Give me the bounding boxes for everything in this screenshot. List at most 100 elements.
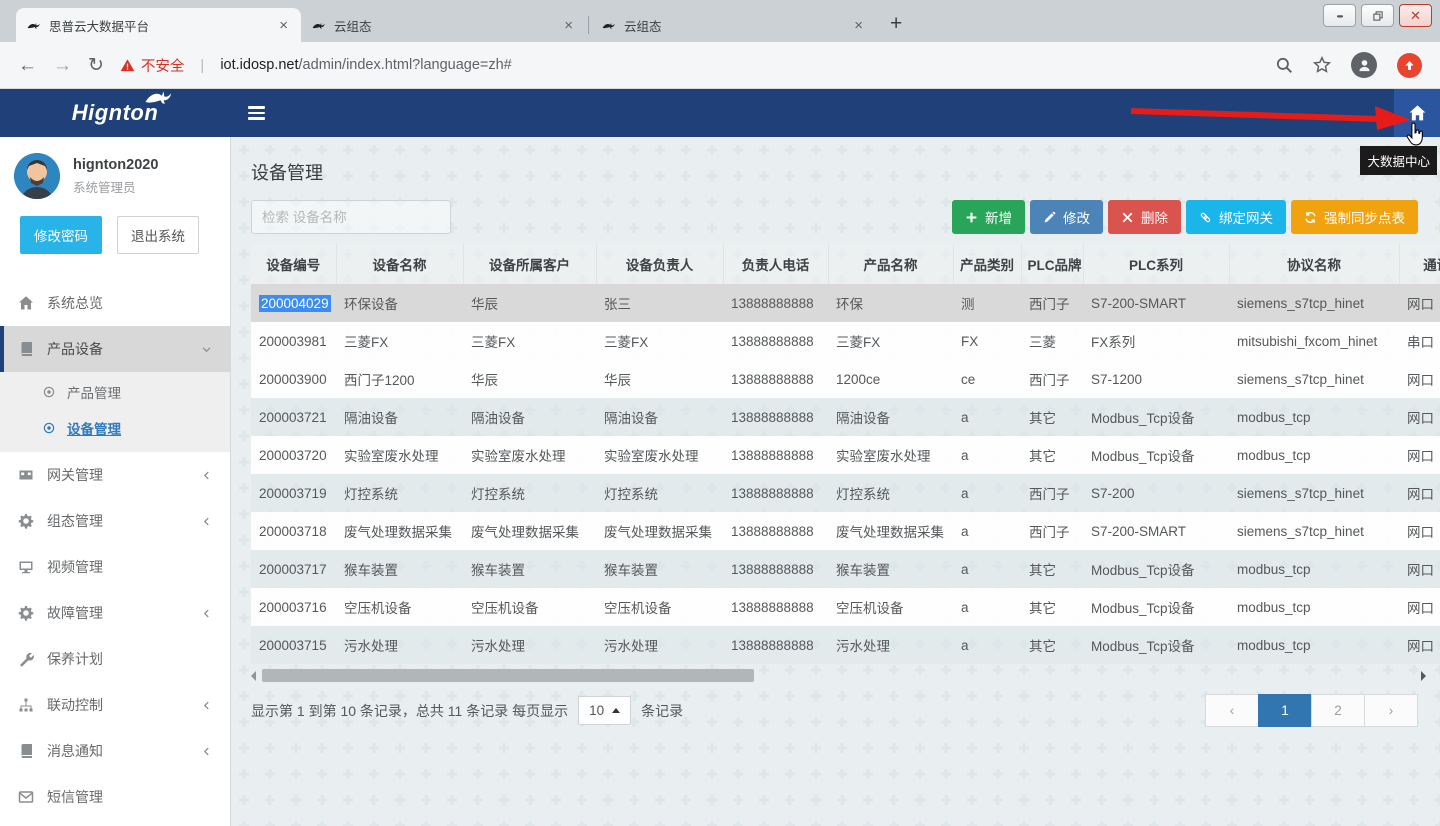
cell[interactable]: 废气处理数据采集 — [463, 512, 596, 550]
cell[interactable]: 其它 — [1021, 626, 1083, 664]
sidebar-subitem-1-0[interactable]: 产品管理 — [0, 374, 230, 410]
cell[interactable]: 西门子 — [1021, 284, 1083, 322]
bigdata-home-button[interactable] — [1394, 89, 1440, 137]
scroll-left-icon[interactable] — [251, 671, 256, 681]
new-tab-button[interactable]: + — [890, 13, 902, 34]
menu-toggle-icon[interactable] — [230, 89, 282, 137]
cell[interactable]: 200003900 — [251, 360, 336, 398]
tab-close-icon[interactable]: × — [561, 17, 576, 34]
cell[interactable]: 污水处理 — [336, 626, 463, 664]
cell[interactable]: 实验室废水处理 — [596, 436, 723, 474]
column-header-6[interactable]: 产品类别 — [953, 244, 1021, 284]
cell[interactable]: siemens_s7tcp_hinet — [1229, 474, 1399, 512]
cell[interactable]: siemens_s7tcp_hinet — [1229, 284, 1399, 322]
cell[interactable]: 13888888888 — [723, 588, 828, 626]
cell[interactable]: 实验室废水处理 — [336, 436, 463, 474]
cell[interactable]: 猴车装置 — [596, 550, 723, 588]
cell[interactable]: FX系列 — [1083, 322, 1229, 360]
browser-tab-1[interactable]: 云组态× — [301, 8, 586, 42]
minimize-button[interactable] — [1323, 4, 1356, 27]
toolbar-button-0[interactable]: 新增 — [952, 200, 1025, 234]
cell[interactable]: 13888888888 — [723, 550, 828, 588]
cell[interactable]: 其它 — [1021, 436, 1083, 474]
cell[interactable]: 实验室废水处理 — [828, 436, 953, 474]
column-header-5[interactable]: 产品名称 — [828, 244, 953, 284]
cell[interactable]: 灯控系统 — [336, 474, 463, 512]
cell[interactable]: 网口 — [1399, 360, 1440, 398]
cell[interactable]: 其它 — [1021, 398, 1083, 436]
logout-button[interactable]: 退出系统 — [117, 216, 199, 254]
cell[interactable]: 网口 — [1399, 550, 1440, 588]
cell[interactable]: 隔油设备 — [336, 398, 463, 436]
cell[interactable]: 200003720 — [251, 436, 336, 474]
sidebar-item-4[interactable]: 视频管理 — [0, 544, 230, 590]
update-icon[interactable] — [1397, 53, 1422, 78]
cell[interactable]: Modbus_Tcp设备 — [1083, 550, 1229, 588]
profile-icon[interactable] — [1351, 52, 1377, 78]
cell[interactable]: 1200ce — [828, 360, 953, 398]
cell[interactable]: 环保设备 — [336, 284, 463, 322]
cell[interactable]: S7-200 — [1083, 474, 1229, 512]
cell[interactable]: 测 — [953, 284, 1021, 322]
cell[interactable]: a — [953, 626, 1021, 664]
cell[interactable]: 猴车装置 — [828, 550, 953, 588]
sidebar-item-1[interactable]: 产品设备 — [0, 326, 230, 372]
cell[interactable]: 三菱FX — [463, 322, 596, 360]
cell[interactable]: 13888888888 — [723, 436, 828, 474]
sidebar-item-7[interactable]: 联动控制 — [0, 682, 230, 728]
cell[interactable]: 网口 — [1399, 284, 1440, 322]
browser-tab-2[interactable]: 云组态× — [591, 8, 876, 42]
cell[interactable]: modbus_tcp — [1229, 398, 1399, 436]
cell[interactable]: 200004029 — [251, 284, 336, 322]
cell[interactable]: 污水处理 — [596, 626, 723, 664]
pagination-button-0[interactable]: ‹ — [1205, 694, 1259, 727]
sidebar-item-10[interactable]: 空间管理 — [0, 820, 230, 826]
sidebar-item-0[interactable]: 系统总览 — [0, 280, 230, 326]
cell[interactable]: a — [953, 550, 1021, 588]
forward-icon[interactable]: → — [53, 56, 72, 75]
bookmark-star-icon[interactable] — [1313, 56, 1331, 74]
restore-button[interactable] — [1361, 4, 1394, 27]
pagination-button-3[interactable]: › — [1364, 694, 1418, 727]
cell[interactable]: 三菱FX — [828, 322, 953, 360]
search-input[interactable] — [251, 200, 451, 234]
sidebar-item-2[interactable]: 网关管理 — [0, 452, 230, 498]
cell[interactable]: 网口 — [1399, 436, 1440, 474]
toolbar-button-3[interactable]: 绑定网关 — [1186, 200, 1286, 234]
cell[interactable]: 13888888888 — [723, 626, 828, 664]
cell[interactable]: a — [953, 512, 1021, 550]
cell[interactable]: 三菱FX — [596, 322, 723, 360]
column-header-7[interactable]: PLC品牌 — [1021, 244, 1083, 284]
cell[interactable]: 灯控系统 — [463, 474, 596, 512]
cell[interactable]: 200003718 — [251, 512, 336, 550]
column-header-8[interactable]: PLC系列 — [1083, 244, 1229, 284]
cell[interactable]: 空压机设备 — [828, 588, 953, 626]
cell[interactable]: 13888888888 — [723, 474, 828, 512]
table-row-2[interactable]: 200003900西门子1200华辰华辰138888888881200cece西… — [251, 360, 1440, 398]
table-row-3[interactable]: 200003721隔油设备隔油设备隔油设备13888888888隔油设备a其它M… — [251, 398, 1440, 436]
cell[interactable]: S7-200-SMART — [1083, 284, 1229, 322]
cell[interactable]: modbus_tcp — [1229, 626, 1399, 664]
cell[interactable]: 网口 — [1399, 398, 1440, 436]
cell[interactable]: 西门子 — [1021, 360, 1083, 398]
cell[interactable]: modbus_tcp — [1229, 436, 1399, 474]
table-row-1[interactable]: 200003981三菱FX三菱FX三菱FX13888888888三菱FXFX三菱… — [251, 322, 1440, 360]
security-warning[interactable]: 不安全 — [120, 55, 185, 76]
column-header-3[interactable]: 设备负责人 — [596, 244, 723, 284]
scrollbar-thumb[interactable] — [262, 669, 754, 682]
cell[interactable]: S7-1200 — [1083, 360, 1229, 398]
cell[interactable]: 串口 — [1399, 322, 1440, 360]
table-row-0[interactable]: 200004029环保设备华辰张三13888888888环保测西门子S7-200… — [251, 284, 1440, 322]
cell[interactable]: 环保 — [828, 284, 953, 322]
column-header-1[interactable]: 设备名称 — [336, 244, 463, 284]
cell[interactable]: 其它 — [1021, 588, 1083, 626]
column-header-0[interactable]: 设备编号 — [251, 244, 336, 284]
scroll-right-icon[interactable] — [1421, 671, 1426, 681]
cell[interactable]: FX — [953, 322, 1021, 360]
toolbar-button-1[interactable]: 修改 — [1030, 200, 1103, 234]
cell[interactable]: 废气处理数据采集 — [336, 512, 463, 550]
cell[interactable]: 灯控系统 — [596, 474, 723, 512]
cell[interactable]: 13888888888 — [723, 512, 828, 550]
cell[interactable]: Modbus_Tcp设备 — [1083, 398, 1229, 436]
sidebar-subitem-1-1[interactable]: 设备管理 — [0, 410, 230, 446]
